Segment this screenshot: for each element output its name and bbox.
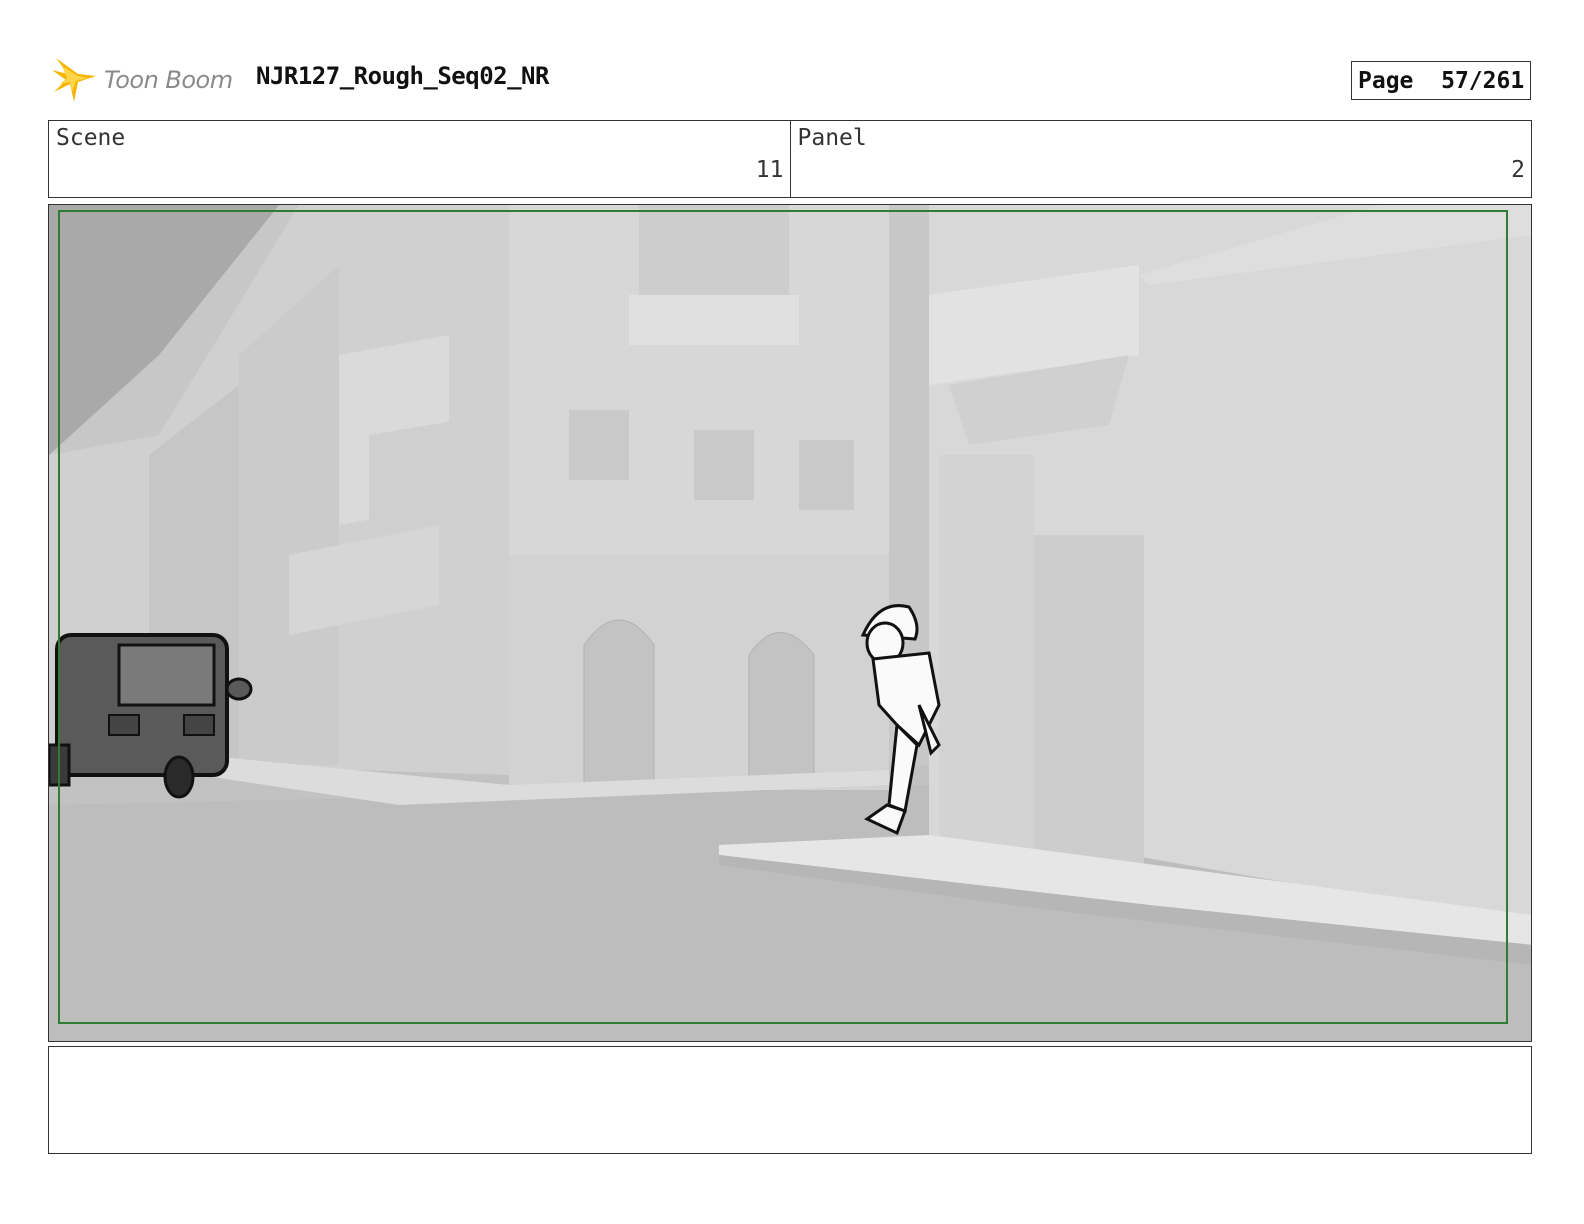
star-burst-icon xyxy=(52,58,96,102)
panel-cell: Panel 2 xyxy=(789,121,1532,197)
panel-label: Panel xyxy=(797,125,867,151)
document-title: NJR127_Rough_Seq02_NR xyxy=(256,62,549,90)
scene-cell: Scene 11 xyxy=(49,121,790,197)
scene-label: Scene xyxy=(56,125,126,151)
toon-boom-logo: Toon Boom xyxy=(52,56,237,106)
page-indicator: Page 57/261 xyxy=(1351,61,1531,100)
scene-panel-row: Scene 11 Panel 2 xyxy=(48,120,1532,198)
page-number: 57/261 xyxy=(1441,67,1525,94)
street-scene-drawing xyxy=(49,205,1531,1041)
panel-number: 2 xyxy=(1511,157,1525,183)
scene-number: 11 xyxy=(755,157,784,183)
logo-text: Toon Boom xyxy=(104,66,233,94)
panel-notes-box xyxy=(48,1046,1532,1154)
storyboard-panel xyxy=(48,204,1532,1042)
vehicle-sketch xyxy=(49,633,253,799)
page-label: Page xyxy=(1358,67,1414,94)
